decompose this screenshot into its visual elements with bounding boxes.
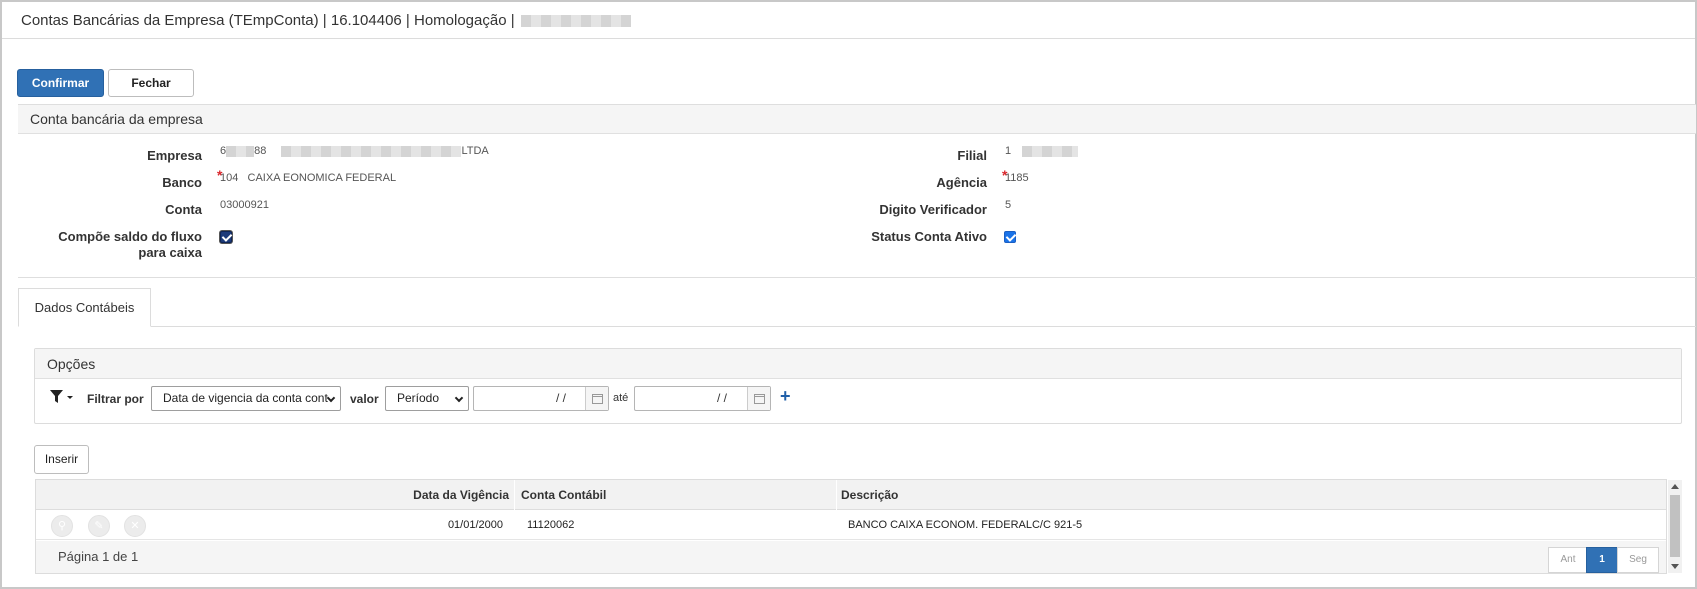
filial-label: Filial [957,148,987,163]
scroll-thumb[interactable] [1670,495,1680,557]
value-label: valor [350,392,379,406]
banco-code: 104 [220,172,239,184]
window-title-bar: Contas Bancárias da Empresa (TEmpConta) … [2,2,1695,39]
redacted-empresa-code [226,145,255,157]
date-to-input[interactable]: / / [634,386,771,411]
digito-value: 5 [1005,199,1012,211]
delete-row-button[interactable]: ✕ [124,515,146,537]
redacted-filial-name [1022,145,1079,157]
banco-value: 104 CAIXA EONOMICA FEDERAL [220,171,396,185]
redacted-empresa-name [281,145,462,157]
grid-footer: Página 1 de 1 Ant 1 Seg [36,541,1666,573]
pencil-icon: ✎ [94,520,104,532]
window-title: Contas Bancárias da Empresa (TEmpConta) … [21,12,515,29]
cell-conta-contabil: 11120062 [527,519,575,531]
search-icon: ⚲ [57,520,67,532]
cell-descricao: BANCO CAIXA ECONOM. FEDERALC/C 921-5 [848,519,1083,531]
banco-name: CAIXA EONOMICA FEDERAL [247,172,397,184]
tabs-divider [18,326,1696,327]
grid-scrollbar[interactable] [1668,480,1682,573]
compoe-label: Compõe saldo do fluxo para caixa [58,229,202,260]
column-header-descricao[interactable]: Descrição [841,480,898,510]
redacted-environment [520,15,631,28]
confirm-button[interactable]: Confirmar [17,69,104,97]
column-header-conta-contabil[interactable]: Conta Contábil [521,480,606,510]
tab-dados-contabeis[interactable]: Dados Contábeis [18,288,151,327]
grid-header: Data da Vigência Conta Contábil Descriçã… [36,480,1666,510]
pager: Ant 1 Seg [1548,547,1662,573]
cell-data-vigencia: 01/01/2000 [447,519,503,531]
calendar-icon[interactable] [747,387,770,410]
bank-account-section: Conta bancária da empresa Empresa 6 88 LT… [18,104,1696,278]
options-panel: Opções Filtrar por Data de vigencia da c… [34,348,1682,424]
conta-value: 03000921 [220,199,269,211]
scroll-up-icon[interactable] [1671,484,1679,489]
close-button[interactable]: Fechar [108,69,194,97]
section-title: Conta bancária da empresa [18,105,1696,134]
empresa-label: Empresa [147,148,202,163]
page-info: Página 1 de 1 [58,549,139,564]
filter-icon[interactable] [50,389,74,405]
options-title: Opções [35,349,1681,379]
scroll-down-icon[interactable] [1671,564,1679,569]
chevron-down-icon [454,393,464,403]
calendar-icon[interactable] [585,387,608,410]
empresa-code-end: 88 [254,145,267,157]
filial-value: 1 [1005,144,1079,158]
filter-label: Filtrar por [87,392,144,406]
status-label: Status Conta Ativo [871,229,987,244]
agencia-label: Agência [936,175,987,190]
conta-label: Conta [165,202,202,217]
insert-button[interactable]: Inserir [34,445,89,474]
add-filter-plus-icon[interactable]: + [780,386,791,407]
filter-field-select[interactable]: Data de vigencia da conta cont [151,386,341,411]
chevron-down-icon [326,393,336,403]
column-divider [836,480,837,510]
filial-code: 1 [1005,145,1012,157]
pager-next-button[interactable]: Seg [1617,547,1659,573]
window-frame: Contas Bancárias da Empresa (TEmpConta) … [0,0,1697,589]
agencia-value: 1185 [1005,172,1029,184]
value-type-select[interactable]: Período [385,386,469,411]
ate-label: até [613,392,629,404]
status-checkbox[interactable] [1004,231,1016,243]
close-icon: ✕ [130,520,140,532]
accounting-grid: Data da Vigência Conta Contábil Descriçã… [35,479,1667,574]
date-from-input[interactable]: / / [473,386,609,411]
empresa-name-end: LTDA [461,145,489,157]
pager-prev-button[interactable]: Ant [1548,547,1588,573]
column-header-data-vigencia[interactable]: Data da Vigência [411,480,509,510]
compoe-checkbox[interactable] [220,231,232,243]
table-row[interactable]: ⚲ ✎ ✕ 01/01/2000 11120062 BANCO CAIXA EC… [36,510,1666,540]
edit-row-button[interactable]: ✎ [88,515,110,537]
banco-label: Banco [162,175,202,190]
column-divider [514,480,515,510]
empresa-value: 6 88 LTDA [220,144,489,158]
pager-current-page[interactable]: 1 [1586,547,1618,573]
digito-label: Digito Verificador [879,202,987,217]
view-row-button[interactable]: ⚲ [51,515,73,537]
